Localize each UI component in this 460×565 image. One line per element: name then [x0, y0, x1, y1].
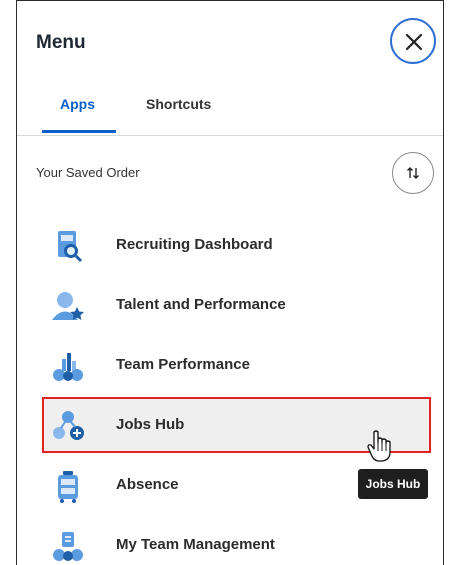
menu-panel: Menu Apps Shortcuts Your Saved Order Rec…	[16, 0, 444, 565]
tab-shortcuts[interactable]: Shortcuts	[146, 96, 211, 112]
jobs-hub-icon	[53, 411, 84, 440]
close-button[interactable]	[390, 18, 436, 64]
tab-apps[interactable]: Apps	[60, 96, 95, 112]
team-performance-icon	[53, 353, 83, 381]
talent-performance-icon	[52, 292, 84, 320]
app-item-label: My Team Management	[116, 536, 275, 553]
absence-icon	[58, 471, 78, 503]
app-item-team-management[interactable]: My Team Management	[17, 517, 443, 565]
hand-cursor-icon	[367, 430, 391, 462]
app-item-talent-performance[interactable]: Talent and Performance	[17, 277, 443, 333]
active-tab-indicator	[42, 130, 116, 133]
app-item-label: Team Performance	[116, 356, 250, 373]
tabs-divider	[17, 135, 443, 136]
reorder-button[interactable]	[392, 152, 434, 194]
saved-order-label: Your Saved Order	[36, 165, 140, 180]
app-item-label: Absence	[116, 476, 179, 493]
app-item-label: Recruiting Dashboard	[116, 236, 273, 253]
app-item-label: Talent and Performance	[116, 296, 286, 313]
recruiting-dashboard-icon	[58, 231, 83, 263]
app-item-recruiting-dashboard[interactable]: Recruiting Dashboard	[17, 217, 443, 273]
sort-arrows-icon	[407, 167, 419, 179]
app-item-label: Jobs Hub	[116, 416, 185, 433]
team-management-icon	[53, 532, 83, 561]
menu-title: Menu	[36, 32, 86, 53]
close-icon	[405, 33, 423, 51]
tooltip: Jobs Hub	[358, 469, 428, 499]
app-item-team-performance[interactable]: Team Performance	[17, 337, 443, 393]
